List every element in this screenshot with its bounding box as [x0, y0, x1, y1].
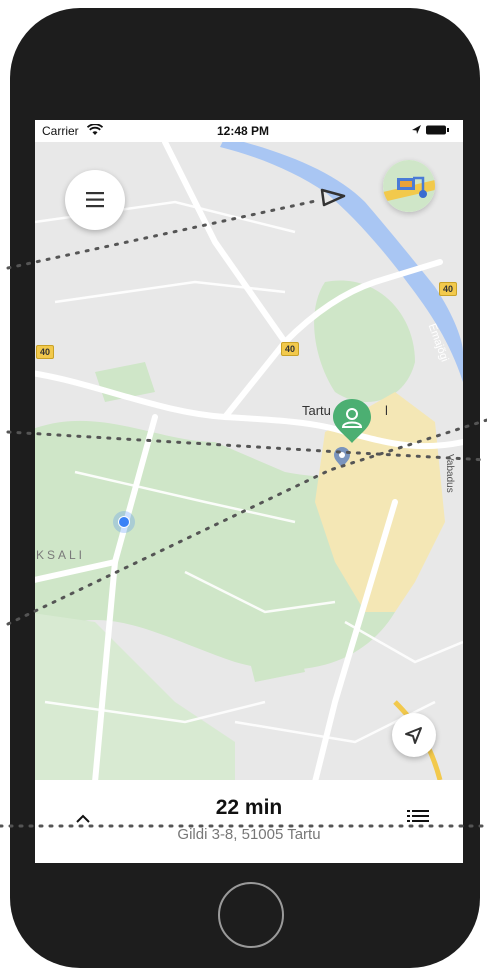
direction-arrow-icon [320, 188, 346, 207]
annotation-dotted-lines [0, 188, 487, 828]
